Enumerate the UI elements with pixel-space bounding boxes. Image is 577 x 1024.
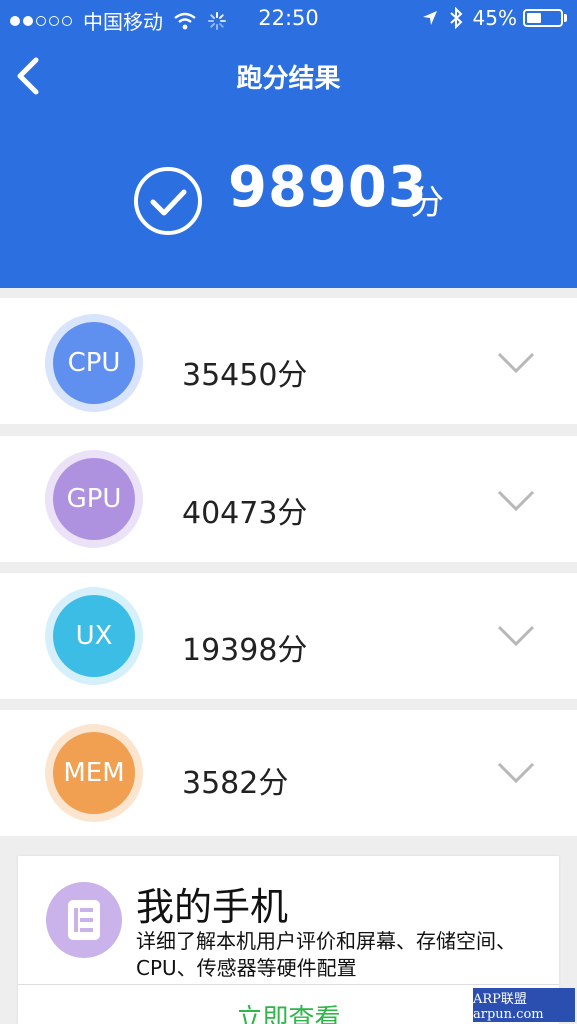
total-score: 98903 <box>228 155 428 220</box>
gpu-score: 40473分 <box>182 496 308 531</box>
category-row-mem[interactable]: MEM 3582分 <box>0 710 577 836</box>
ux-score: 19398分 <box>182 633 308 668</box>
mem-badge-label: MEM <box>53 732 135 814</box>
status-bar: 中国移动 22:50 45% <box>0 0 577 38</box>
phone-info-badge <box>46 882 122 958</box>
chevron-down-icon[interactable] <box>497 352 535 374</box>
battery-icon <box>523 9 563 27</box>
chevron-down-icon[interactable] <box>497 762 535 784</box>
check-circle-icon <box>134 167 202 235</box>
cpu-badge-label: CPU <box>53 322 135 404</box>
header: 中国移动 22:50 45% 跑分结果 98903 分 <box>0 0 577 288</box>
watermark: ARP联盟 arpun.com <box>473 988 575 1022</box>
ux-badge-label: UX <box>53 595 135 677</box>
total-score-unit: 分 <box>410 183 444 223</box>
category-row-gpu[interactable]: GPU 40473分 <box>0 436 577 562</box>
page-title: 跑分结果 <box>236 64 341 94</box>
gpu-badge: GPU <box>45 450 143 548</box>
location-arrow-icon <box>422 11 437 25</box>
document-list-icon <box>68 900 100 940</box>
mem-badge: MEM <box>45 724 143 822</box>
battery-percent: 45% <box>472 6 517 30</box>
divider <box>18 984 559 985</box>
chevron-down-icon[interactable] <box>497 490 535 512</box>
gpu-badge-label: GPU <box>53 458 135 540</box>
mem-score: 3582分 <box>182 766 289 801</box>
chevron-down-icon[interactable] <box>497 625 535 647</box>
ux-badge: UX <box>45 587 143 685</box>
bluetooth-icon <box>449 7 462 29</box>
my-phone-title: 我的手机 <box>136 885 289 929</box>
cpu-score: 35450分 <box>182 358 308 393</box>
total-score-section: 98903 分 <box>0 150 577 250</box>
category-row-cpu[interactable]: CPU 35450分 <box>0 298 577 424</box>
my-phone-description: 详细了解本机用户评价和屏幕、存储空间、CPU、传感器等硬件配置 <box>136 929 516 980</box>
category-row-ux[interactable]: UX 19398分 <box>0 573 577 699</box>
cpu-badge: CPU <box>45 314 143 412</box>
